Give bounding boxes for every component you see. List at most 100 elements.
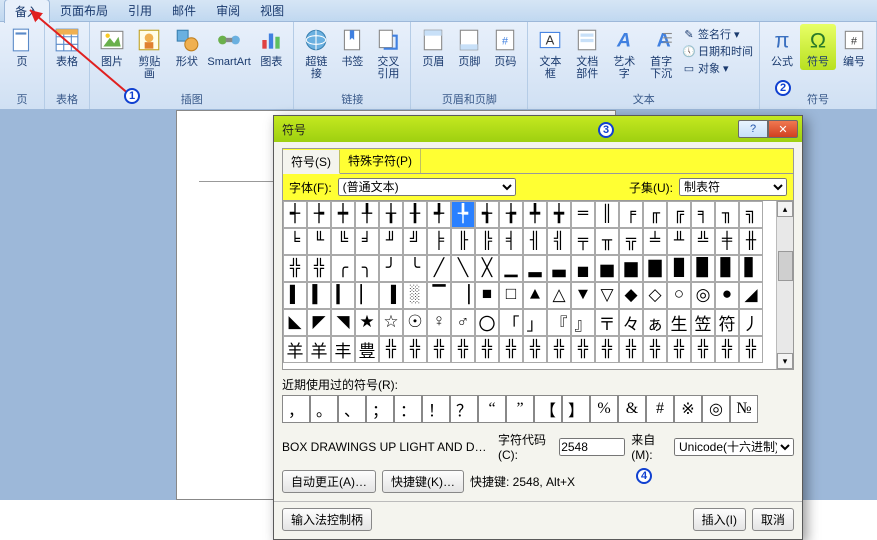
object-button[interactable]: ▭对象 ▾ xyxy=(682,60,753,76)
symbol-cell[interactable]: ╬ xyxy=(523,336,547,363)
quickparts-button[interactable]: 文档部件 xyxy=(568,24,606,82)
table-button[interactable]: 表格 xyxy=(49,24,85,70)
tab-mailings[interactable]: 邮件 xyxy=(162,0,206,22)
pagenumber-button[interactable]: #页码 xyxy=(487,24,523,70)
symbol-cell[interactable]: ╬ xyxy=(667,336,691,363)
symbol-cell[interactable]: ╬ xyxy=(403,336,427,363)
symbol-cell[interactable]: ╬ xyxy=(499,336,523,363)
scroll-down-button[interactable]: ▾ xyxy=(777,353,793,369)
symbol-cell[interactable]: █ xyxy=(667,255,691,282)
symbol-cell[interactable]: ▆ xyxy=(619,255,643,282)
symbol-cell[interactable]: ╬ xyxy=(547,336,571,363)
symbol-cell[interactable]: ▽ xyxy=(595,282,619,309)
symbol-cell[interactable]: ╀ xyxy=(355,201,379,228)
equation-button[interactable]: π公式 xyxy=(764,24,800,70)
chart-button[interactable]: 图表 xyxy=(253,24,289,70)
symbol-cell[interactable]: □ xyxy=(499,282,523,309)
symbol-cell[interactable]: ╮ xyxy=(355,255,379,282)
symbol-cell[interactable]: ╱ xyxy=(427,255,451,282)
shortcut-button[interactable]: 快捷键(K)… xyxy=(382,470,464,493)
wordart-button[interactable]: A艺术字 xyxy=(606,24,642,82)
symbol-cell[interactable]: ● xyxy=(715,282,739,309)
char-code-input[interactable] xyxy=(559,438,625,456)
symbol-cell[interactable]: 符 xyxy=(715,309,739,336)
symbol-cell[interactable]: ▅ xyxy=(595,255,619,282)
hyperlink-button[interactable]: 超链接 xyxy=(298,24,334,82)
symbol-cell[interactable]: ╇ xyxy=(523,201,547,228)
symbol-cell[interactable]: ♂ xyxy=(451,309,475,336)
symbol-cell[interactable]: △ xyxy=(547,282,571,309)
symbol-cell[interactable]: ┽ xyxy=(283,201,307,228)
symbol-cell[interactable]: ╨ xyxy=(667,228,691,255)
symbol-cell[interactable]: ╛ xyxy=(355,228,379,255)
symbol-cell[interactable]: ┾ xyxy=(307,201,331,228)
symbol-cell[interactable]: ║ xyxy=(595,201,619,228)
symbol-cell[interactable]: ╒ xyxy=(619,201,643,228)
symbol-cell[interactable]: ▉ xyxy=(691,255,715,282)
symbol-cell[interactable]: ▃ xyxy=(547,255,571,282)
symbol-cell[interactable]: ╣ xyxy=(547,228,571,255)
symbol-cell[interactable]: ╬ xyxy=(427,336,451,363)
symbol-cell[interactable]: ╆ xyxy=(499,201,523,228)
tab-view[interactable]: 视图 xyxy=(250,0,294,22)
symbol-cell[interactable]: ╬ xyxy=(379,336,403,363)
tab-special-chars[interactable]: 特殊字符(P) xyxy=(340,149,421,173)
symbol-cell[interactable]: 丰 xyxy=(331,336,355,363)
dialog-titlebar[interactable]: 符号 ? ✕ xyxy=(274,116,802,142)
symbol-cell[interactable]: ▍ xyxy=(307,282,331,309)
symbol-cell[interactable]: ◥ xyxy=(331,309,355,336)
symbol-cell[interactable]: ╘ xyxy=(283,228,307,255)
symbol-cell[interactable]: ╰ xyxy=(403,255,427,282)
cancel-button[interactable]: 取消 xyxy=(752,508,794,531)
dropcap-button[interactable]: A首字下沉 xyxy=(642,24,680,82)
symbol-cell[interactable]: ╯ xyxy=(379,255,403,282)
symbol-cell[interactable]: 羊 xyxy=(283,336,307,363)
recent-symbol-cell[interactable]: “ xyxy=(478,395,506,423)
symbol-cell[interactable]: ▐ xyxy=(379,282,403,309)
symbol-cell[interactable]: ╥ xyxy=(595,228,619,255)
recent-symbol-cell[interactable]: 】 xyxy=(562,395,590,423)
help-button[interactable]: ? xyxy=(738,120,768,138)
symbol-cell[interactable]: ▄ xyxy=(571,255,595,282)
recent-symbol-cell[interactable]: ” xyxy=(506,395,534,423)
font-select[interactable]: (普通文本) xyxy=(338,178,516,196)
symbol-cell[interactable]: ╁ xyxy=(379,201,403,228)
symbol-cell[interactable]: ╬ xyxy=(475,336,499,363)
recent-symbol-cell[interactable]: 。 xyxy=(310,395,338,423)
symbol-cell[interactable]: ▂ xyxy=(523,255,547,282)
symbol-cell[interactable]: ╠ xyxy=(475,228,499,255)
symbol-cell[interactable]: ═ xyxy=(571,201,595,228)
picture-button[interactable]: 图片 xyxy=(94,24,130,70)
symbol-cell[interactable]: ▎ xyxy=(331,282,355,309)
symbol-cell[interactable]: ▕ xyxy=(451,282,475,309)
symbol-cell[interactable]: ░ xyxy=(403,282,427,309)
scroll-up-button[interactable]: ▴ xyxy=(777,201,793,217)
symbol-cell[interactable]: ■ xyxy=(475,282,499,309)
recent-symbol-cell[interactable]: % xyxy=(590,395,618,423)
symbol-cell[interactable]: ◇ xyxy=(643,282,667,309)
symbol-cell[interactable]: 」 xyxy=(523,309,547,336)
symbol-cell[interactable]: ╗ xyxy=(739,201,763,228)
symbol-cell[interactable]: ╂ xyxy=(403,201,427,228)
symbol-cell[interactable]: ╃ xyxy=(427,201,451,228)
symbol-cell[interactable]: 生 xyxy=(667,309,691,336)
symbol-cell[interactable]: ◆ xyxy=(619,282,643,309)
symbol-cell[interactable]: ╤ xyxy=(571,228,595,255)
symbol-cell[interactable]: ╅ xyxy=(475,201,499,228)
symbol-cell[interactable]: 』 xyxy=(571,309,595,336)
recent-symbol-cell[interactable]: ！ xyxy=(422,395,450,423)
ime-button[interactable]: 输入法控制柄 xyxy=(282,508,372,531)
symbol-cell[interactable]: ╈ xyxy=(547,201,571,228)
insert-button[interactable]: 插入(I) xyxy=(693,508,746,531)
symbol-cell[interactable]: ╧ xyxy=(643,228,667,255)
symbol-cell[interactable]: 豊 xyxy=(355,336,379,363)
symbol-cell[interactable]: ╡ xyxy=(499,228,523,255)
tab-insert[interactable]: 备入 xyxy=(4,0,50,23)
symbol-cell[interactable]: ╳ xyxy=(475,255,499,282)
symbol-cell[interactable]: ╫ xyxy=(739,228,763,255)
symbol-cell[interactable]: ┿ xyxy=(331,201,355,228)
symbol-cell[interactable]: ╬ xyxy=(307,255,331,282)
symbol-cell[interactable]: ╄ xyxy=(451,201,475,228)
symbol-cell[interactable]: ╩ xyxy=(691,228,715,255)
grid-scrollbar[interactable]: ▴ ▾ xyxy=(776,201,793,369)
